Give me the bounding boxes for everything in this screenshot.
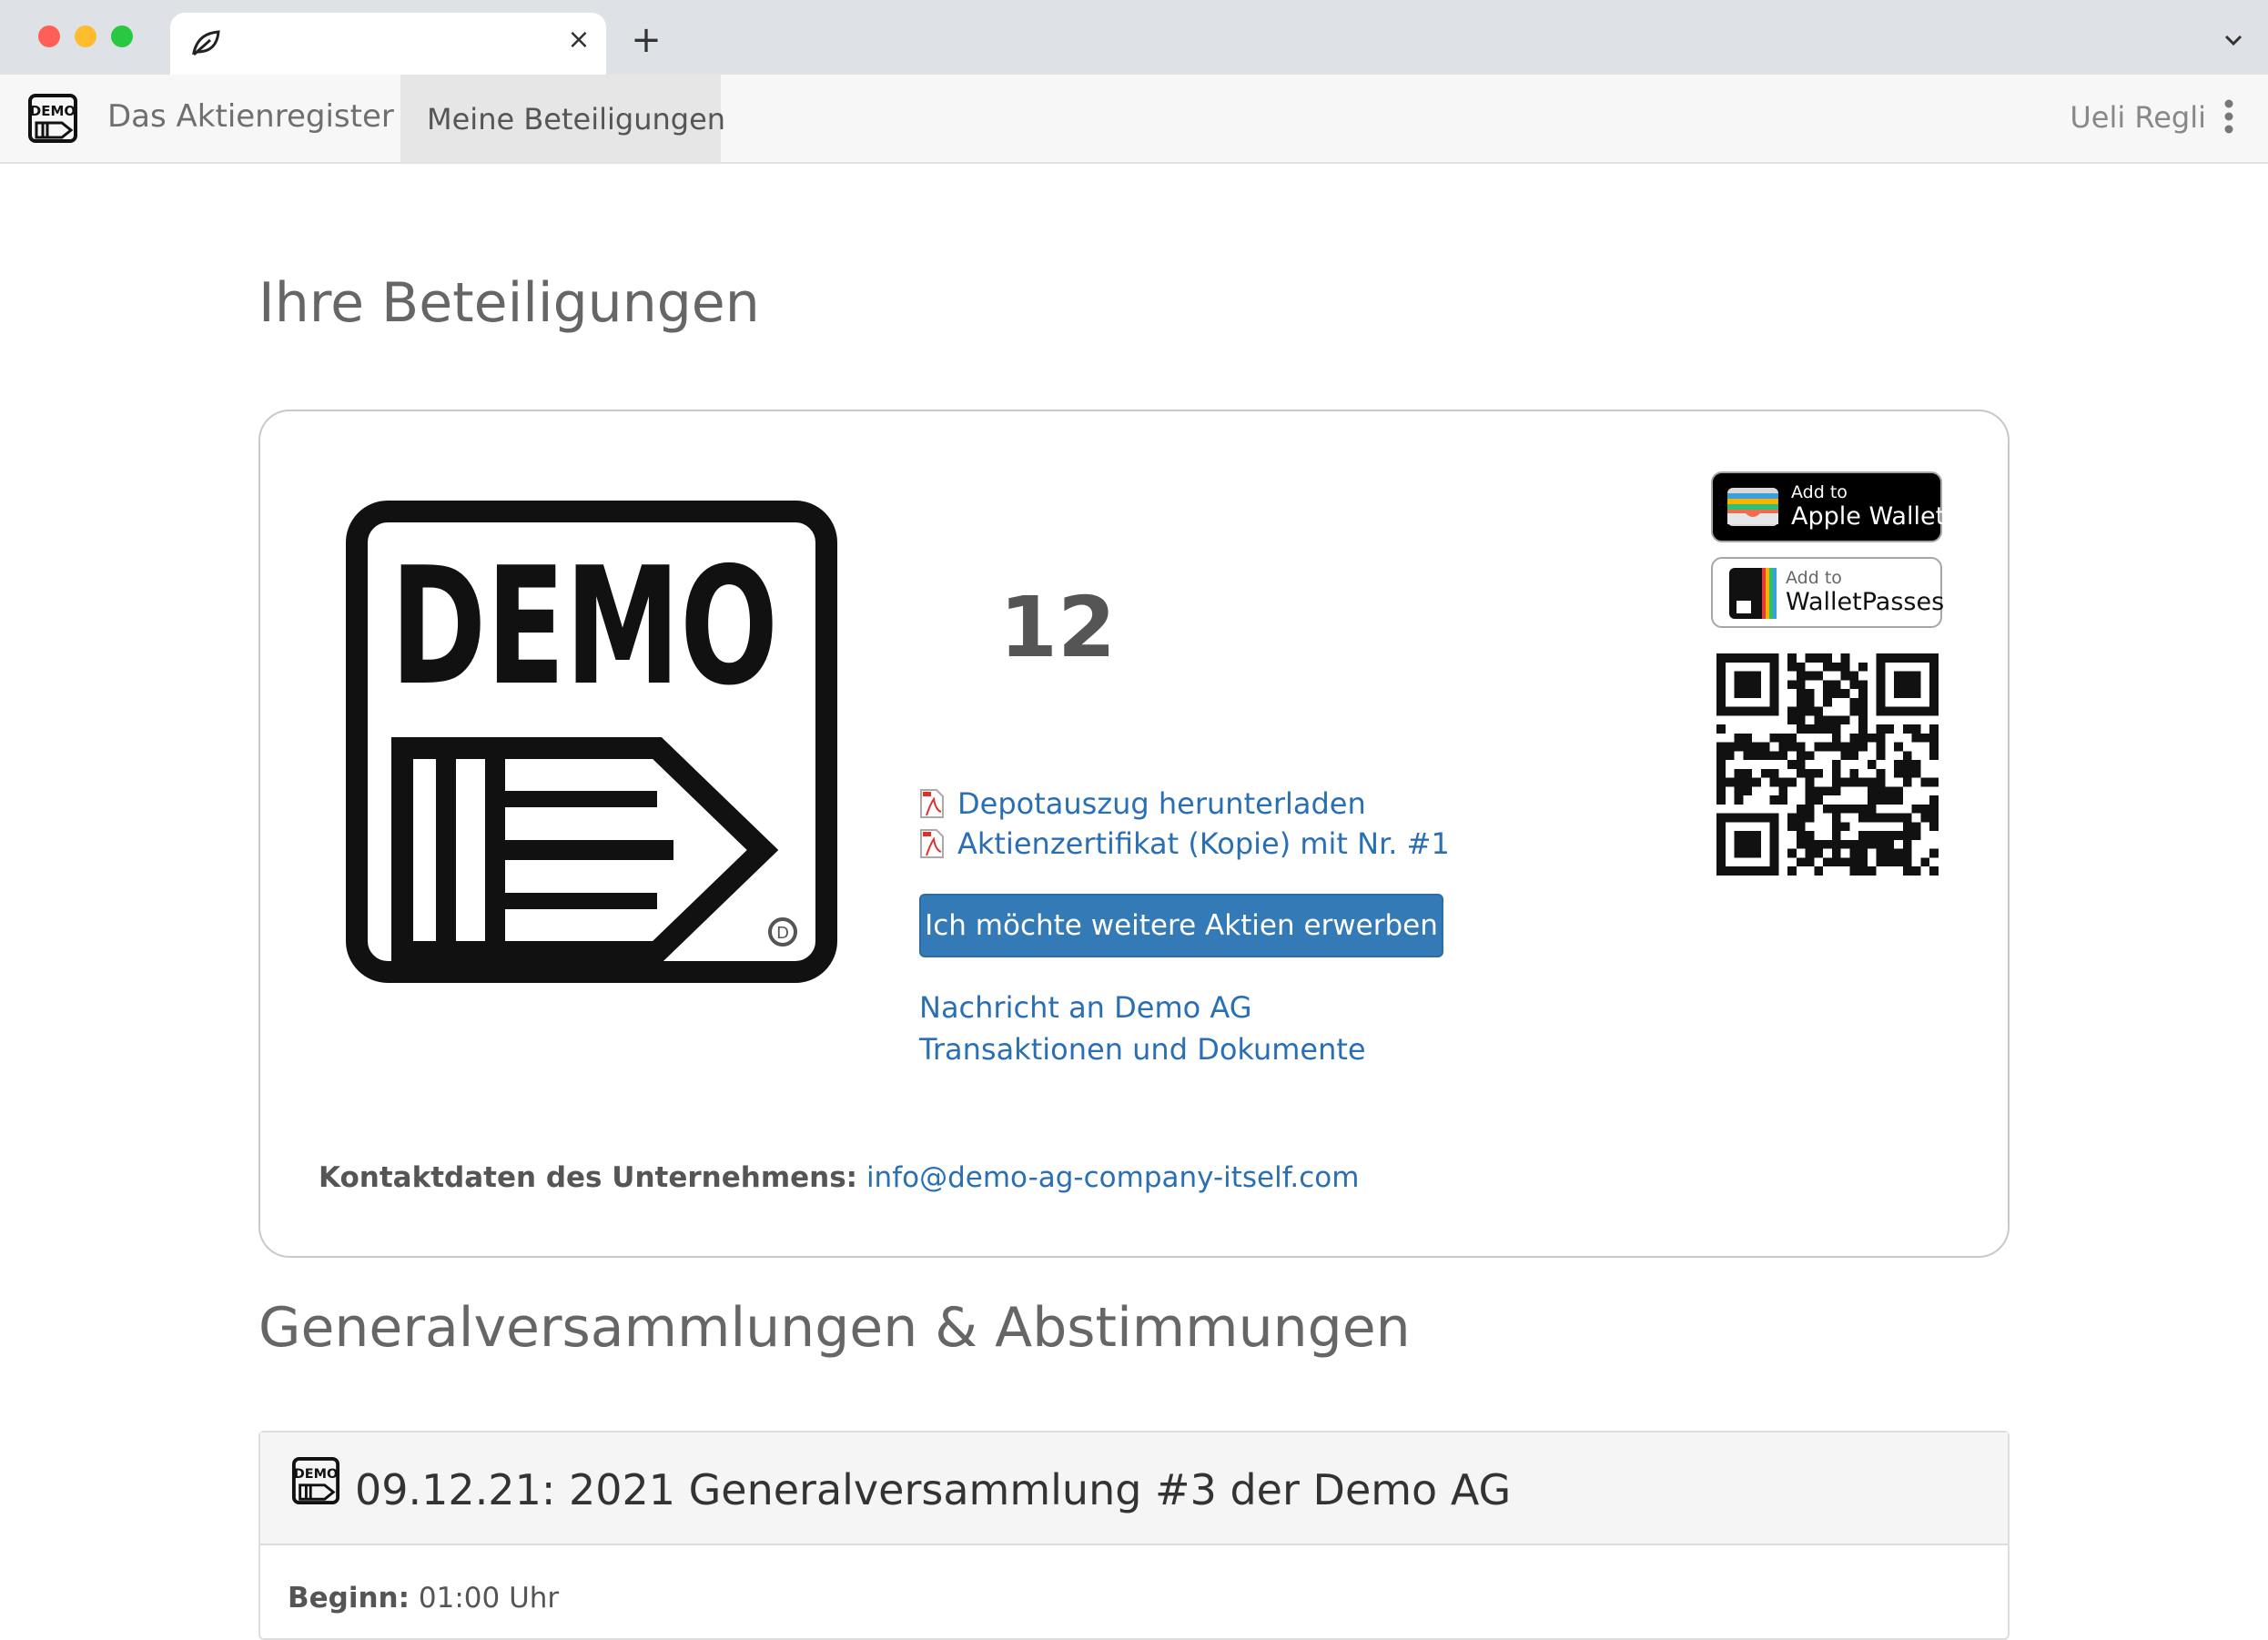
svg-text:D: D [776, 924, 789, 943]
nav-item-meine-beteiligungen[interactable]: Meine Beteiligungen [400, 75, 725, 162]
svg-text:DEMO: DEMO [390, 532, 778, 721]
svg-text:DEMO: DEMO [30, 103, 76, 119]
walletpasses-label: WalletPasses [1786, 588, 1945, 616]
message-company-link[interactable]: Nachricht an Demo AG [919, 990, 1252, 1025]
meeting-title: 09.12.21: 2021 Generalversammlung #3 der… [355, 1465, 1512, 1514]
walletpasses-small-label: Add to [1786, 568, 1842, 588]
transactions-documents-link[interactable]: Transaktionen und Dokumente [919, 1032, 1366, 1067]
chevron-down-icon[interactable] [2219, 25, 2248, 55]
add-to-apple-wallet-button[interactable]: Add to Apple Wallet [1711, 471, 1946, 542]
meeting-start: Beginn: 01:00 Uhr [288, 1582, 559, 1615]
maximize-window-button[interactable] [111, 25, 133, 47]
browser-tab-bar: × + [0, 0, 2268, 75]
wallet-icon [1727, 488, 1778, 526]
brand-name[interactable]: Das Aktienregister [107, 98, 394, 135]
meeting-panel-header[interactable]: DEMO 09.12.21: 2021 Generalversammlung #… [260, 1432, 2008, 1545]
tab-close-button[interactable]: × [562, 24, 595, 56]
contact-label: Kontaktdaten des Unternehmens: [319, 1161, 858, 1194]
minimize-window-button[interactable] [75, 25, 96, 47]
walletpasses-icon [1729, 568, 1777, 619]
user-menu-name[interactable]: Ueli Regli [2070, 100, 2206, 135]
meeting-panel: DEMO 09.12.21: 2021 Generalversammlung #… [258, 1431, 2010, 1640]
holding-card: DEMO D 12 Depotauszug herunterladen Akti… [258, 410, 2010, 1258]
pdf-file-icon [920, 789, 944, 818]
depot-statement-link[interactable]: Depotauszug herunterladen [919, 785, 1366, 823]
apple-wallet-small-label: Add to [1791, 482, 1848, 502]
svg-text:DEMO: DEMO [294, 1467, 339, 1482]
depot-statement-label: Depotauszug herunterladen [957, 786, 1366, 821]
demo-logo-icon[interactable]: DEMO [27, 93, 78, 144]
share-certificate-label: Aktienzertifikat (Kopie) mit Nr. #1 [957, 826, 1450, 861]
share-certificate-link[interactable]: Aktienzertifikat (Kopie) mit Nr. #1 [919, 825, 1450, 863]
leaf-icon [192, 30, 220, 56]
share-count: 12 [999, 579, 1117, 676]
pdf-file-icon [920, 829, 944, 858]
apple-wallet-label: Apple Wallet [1791, 502, 1946, 531]
company-contact: Kontaktdaten des Unternehmens: info@demo… [319, 1161, 1359, 1194]
add-to-walletpasses-button[interactable]: Add to WalletPasses [1711, 557, 1945, 628]
meeting-start-label: Beginn: [288, 1582, 410, 1615]
browser-tab[interactable]: × [170, 13, 606, 75]
close-window-button[interactable] [38, 25, 60, 47]
buy-more-shares-button[interactable]: Ich möchte weitere Aktien erwerben [919, 894, 1443, 957]
company-logo: DEMO D [346, 501, 837, 983]
demo-logo-icon: DEMO [291, 1456, 340, 1505]
contact-email-link[interactable]: info@demo-ag-company-itself.com [866, 1161, 1360, 1194]
nav-item-label: Meine Beteiligungen [427, 102, 726, 137]
meetings-heading: Generalversammlungen & Abstimmungen [258, 1296, 1411, 1360]
page-title: Ihre Beteiligungen [258, 271, 760, 335]
qr-code [1716, 653, 1939, 876]
new-tab-button[interactable]: + [628, 22, 664, 58]
meeting-start-value: 01:00 Uhr [418, 1582, 560, 1615]
app-navbar: DEMO Das Aktienregister Meine Beteiligun… [0, 75, 2268, 164]
kebab-menu-icon[interactable] [2222, 98, 2235, 135]
